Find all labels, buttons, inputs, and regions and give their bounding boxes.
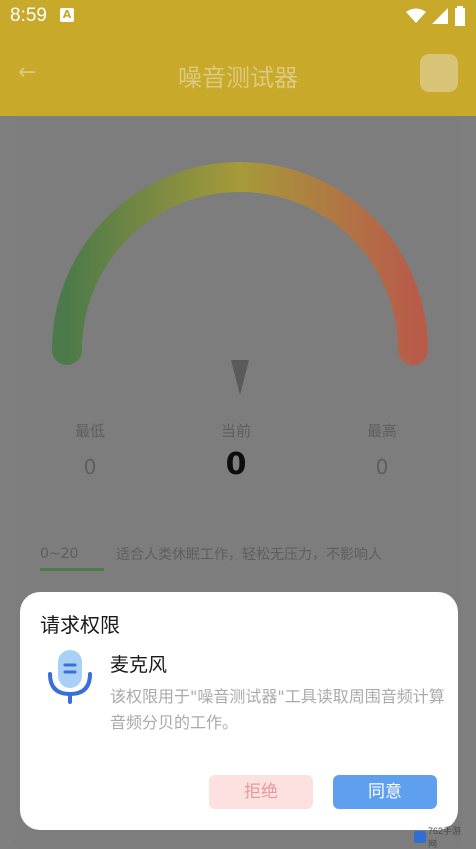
stat-current-label: 当前 <box>220 422 251 440</box>
level-range: 0~20 <box>40 546 104 571</box>
agree-button[interactable]: 同意 <box>333 775 437 809</box>
permission-name: 麦克风 <box>110 654 168 676</box>
status-bar: 8:59 A <box>0 0 476 32</box>
level-description: 适合人类休眠工作，轻松无压力，不影响人 <box>116 547 382 563</box>
stat-max-value: 0 <box>375 455 389 479</box>
watermark: 762手游网 <box>414 826 470 849</box>
watermark-logo-icon <box>414 831 426 843</box>
stat-current: 当前 0 <box>186 420 286 482</box>
permission-dialog: 请求权限 麦克风 该权限用于"噪音测试器"工具读取周围音频计算音频分贝的工作。 … <box>20 592 458 830</box>
signal-icon <box>432 8 448 24</box>
noise-level-row: 0~20 适合人类休眠工作，轻松无压力，不影响人 <box>40 544 440 594</box>
decibel-gauge <box>40 160 440 400</box>
notification-icon: A <box>60 8 74 22</box>
stats-row: 最低 0 当前 0 最高 0 <box>40 420 440 500</box>
stat-max: 最高 0 <box>332 420 432 479</box>
status-time: 8:59 <box>10 5 47 26</box>
stat-min-label: 最低 <box>74 422 105 440</box>
watermark-text: 762手游网 <box>428 826 462 849</box>
deny-button[interactable]: 拒绝 <box>209 775 313 809</box>
stat-max-label: 最高 <box>366 422 397 440</box>
gauge-needle <box>231 360 249 395</box>
dialog-title: 请求权限 <box>40 613 120 637</box>
app-bar: ← 噪音测试器 <box>0 32 476 116</box>
app-title: 噪音测试器 <box>178 64 298 92</box>
status-icons <box>406 6 466 26</box>
wifi-icon <box>406 8 426 23</box>
settings-icon[interactable] <box>420 54 458 92</box>
gauge-arc <box>52 162 428 365</box>
permission-description: 该权限用于"噪音测试器"工具读取周围音频计算音频分贝的工作。 <box>110 687 445 732</box>
battery-icon <box>455 6 465 26</box>
stat-min-value: 0 <box>83 455 97 479</box>
stat-min: 最低 0 <box>40 420 140 479</box>
stat-current-value: 0 <box>225 447 247 482</box>
microphone-icon <box>48 650 92 704</box>
